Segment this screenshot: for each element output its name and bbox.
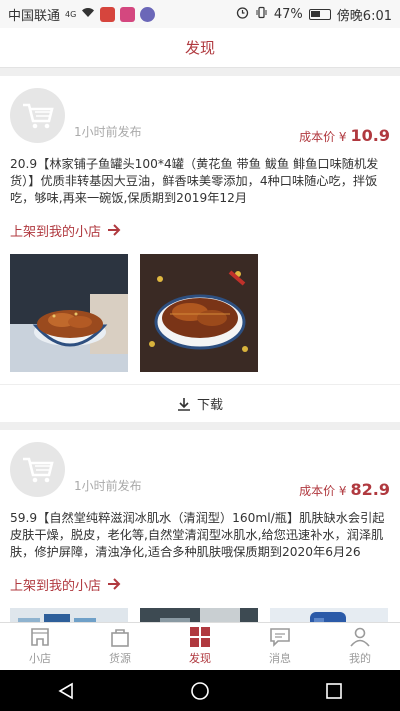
vibrate-icon: [255, 6, 268, 23]
avatar[interactable]: [10, 88, 65, 143]
battery-percent: 47%: [273, 6, 303, 22]
alarm-icon: [236, 6, 249, 23]
post-card: 1小时前发布 成本价 ¥ 10.9 20.9【林家铺子鱼罐头100*4罐（黄花鱼…: [0, 76, 400, 422]
post-time: 1小时前发布: [74, 125, 142, 139]
wifi-icon: [81, 7, 95, 21]
cart-icon: [22, 457, 54, 482]
tab-source[interactable]: 货源: [80, 623, 160, 670]
post-description[interactable]: 20.9【林家铺子鱼罐头100*4罐（黄花鱼 带鱼 鲅鱼 鲱鱼口味随机发货）】优…: [0, 156, 400, 207]
product-photo-toner-model[interactable]: [140, 608, 258, 622]
app-notification-icon: [100, 6, 116, 22]
post-images: [0, 242, 400, 384]
add-to-shop-label: 上架到我的小店: [10, 224, 102, 240]
discover-feed[interactable]: 1小时前发布 成本价 ¥ 10.9 20.9【林家铺子鱼罐头100*4罐（黄花鱼…: [0, 68, 400, 622]
clock: 傍晚6:01: [336, 8, 392, 24]
post-images: [0, 596, 400, 622]
person-icon: [350, 627, 370, 647]
tab-discover-label: 发现: [189, 652, 211, 665]
bag-icon: [111, 629, 129, 647]
price-label: 成本价 ¥: [299, 130, 347, 144]
arrow-right-icon: [108, 224, 121, 236]
add-to-shop-link[interactable]: 上架到我的小店: [0, 561, 400, 596]
home-icon[interactable]: [190, 681, 210, 701]
shop-icon: [31, 628, 49, 646]
cart-icon: [22, 103, 54, 128]
back-icon[interactable]: [57, 682, 75, 700]
tab-messages[interactable]: 消息: [240, 623, 320, 670]
app-header: 发现: [0, 28, 400, 68]
product-photo-toner-hand[interactable]: [270, 608, 388, 622]
avatar[interactable]: [10, 442, 65, 497]
page-title: 发现: [184, 39, 215, 57]
system-nav-bar: [0, 670, 400, 711]
tab-profile[interactable]: 我的: [320, 623, 400, 670]
tab-shop-label: 小店: [29, 652, 51, 665]
post-card: 1小时前发布 成本价 ¥ 82.9 59.9【自然堂纯粹滋润冰肌水（清润型）16…: [0, 430, 400, 622]
download-button[interactable]: 下载: [0, 384, 400, 422]
download-label: 下载: [196, 398, 223, 413]
product-photo-toner-bottles[interactable]: [10, 608, 128, 622]
network-label: 4G: [65, 9, 77, 19]
battery-icon: [308, 8, 331, 20]
cost-price: 成本价 ¥ 82.9: [299, 480, 390, 499]
price-label: 成本价 ¥: [299, 484, 347, 498]
post-description[interactable]: 59.9【自然堂纯粹滋润冰肌水（清润型）160ml/瓶】肌肤缺水会引起皮肤干燥，…: [0, 510, 400, 561]
add-to-shop-link[interactable]: 上架到我的小店: [0, 207, 400, 242]
bottom-tab-bar: 小店 货源 发现 消息 我的: [0, 622, 400, 670]
arrow-right-icon: [108, 578, 121, 590]
price-value: 82.9: [350, 480, 390, 499]
product-photo-fish-bowl[interactable]: [10, 254, 128, 372]
tab-source-label: 货源: [109, 652, 131, 665]
add-to-shop-label: 上架到我的小店: [10, 578, 102, 594]
tab-messages-label: 消息: [269, 652, 291, 665]
download-icon: [177, 397, 190, 411]
grid-icon: [190, 627, 210, 647]
carrier-label: 中国联通: [8, 8, 61, 24]
chat-notification-icon: [140, 6, 156, 22]
post-time: 1小时前发布: [74, 479, 142, 493]
status-bar: 中国联通 4G 47% 傍晚6:01: [0, 0, 400, 28]
cost-price: 成本价 ¥ 10.9: [299, 126, 390, 145]
photo-notification-icon: [120, 6, 136, 22]
product-photo-fish-closeup[interactable]: [140, 254, 258, 372]
price-value: 10.9: [350, 126, 390, 145]
tab-profile-label: 我的: [349, 652, 371, 665]
message-icon: [270, 628, 290, 647]
recents-icon[interactable]: [325, 682, 343, 700]
tab-shop[interactable]: 小店: [0, 623, 80, 670]
tab-discover[interactable]: 发现: [160, 623, 240, 670]
